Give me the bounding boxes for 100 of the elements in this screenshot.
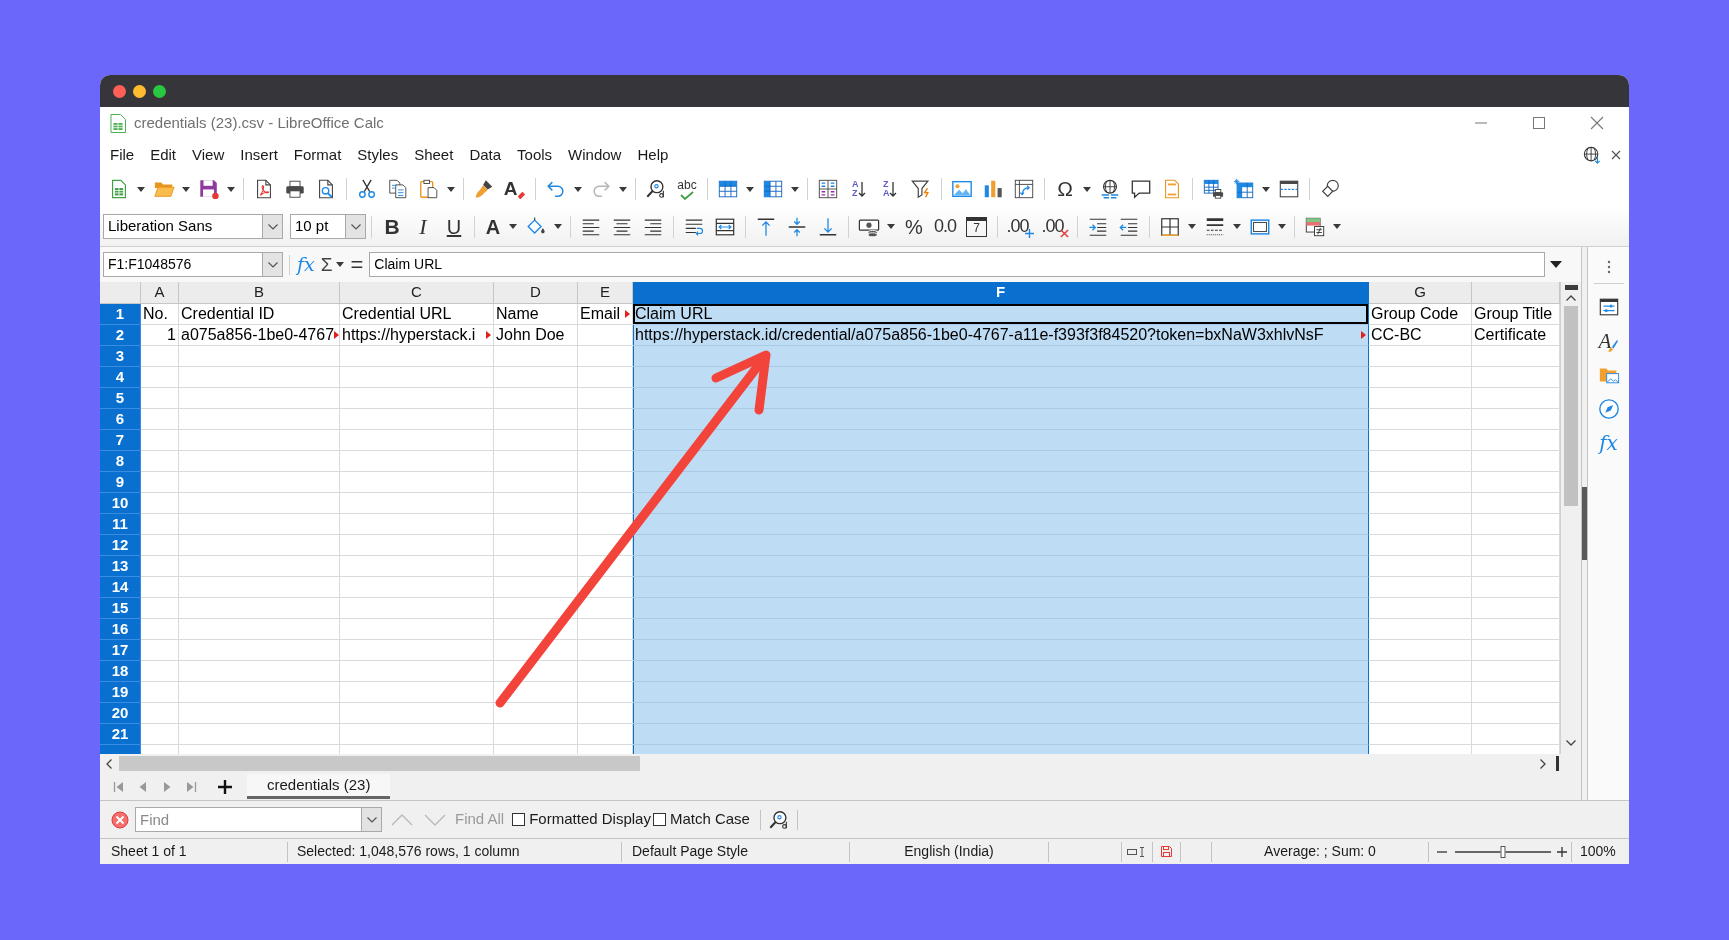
magnifier-icon[interactable] xyxy=(645,178,667,200)
line-styles-icon[interactable] xyxy=(1204,215,1226,238)
printer-icon[interactable] xyxy=(284,178,306,200)
table-printer-icon[interactable] xyxy=(1202,178,1224,200)
percent-format-button[interactable]: % xyxy=(899,211,929,242)
spelling-button[interactable]: abc xyxy=(672,174,702,204)
sum-info[interactable]: Average: ; Sum: 0 xyxy=(1264,841,1376,862)
number-format-button[interactable]: 0.0 xyxy=(930,211,960,242)
sort-ascending-button[interactable]: AZ xyxy=(844,174,874,204)
table-columns-icon[interactable] xyxy=(762,178,784,200)
chevron-down-icon[interactable] xyxy=(350,223,361,230)
close-icon[interactable] xyxy=(1590,116,1604,130)
column-header[interactable]: E xyxy=(578,282,633,304)
sidebar-handle[interactable] xyxy=(1582,487,1587,560)
scrollbar-thumb[interactable] xyxy=(1564,306,1578,506)
insert-mode-icon[interactable] xyxy=(1127,846,1147,857)
caret-icon[interactable] xyxy=(574,186,582,192)
formula-button[interactable]: = xyxy=(350,253,364,276)
row-header[interactable]: 7 xyxy=(100,430,141,451)
conditional-format-icon[interactable] xyxy=(1304,215,1326,238)
globe-link-icon[interactable] xyxy=(1099,178,1121,200)
caret-icon[interactable] xyxy=(887,224,895,229)
paintbrush-icon[interactable] xyxy=(473,178,495,200)
close-icon[interactable] xyxy=(111,810,129,829)
caret-icon[interactable] xyxy=(137,186,145,192)
checkbox-label[interactable]: Formatted Display xyxy=(529,808,651,831)
row-header[interactable]: 3 xyxy=(100,346,141,367)
functions-button[interactable]: fx xyxy=(1599,433,1618,453)
delete-decimal-button[interactable]: .00 xyxy=(1038,211,1072,242)
function-wizard-button[interactable]: fx xyxy=(297,255,315,274)
minimize-dot-icon[interactable] xyxy=(133,84,146,98)
page-style[interactable]: Default Page Style xyxy=(632,841,748,862)
bar-chart-icon[interactable] xyxy=(982,178,1004,200)
caret-icon[interactable] xyxy=(227,186,235,192)
column-header[interactable]: B xyxy=(179,282,340,304)
row-header[interactable]: 19 xyxy=(100,682,141,703)
row-header[interactable]: 4 xyxy=(100,367,141,388)
calendar-button[interactable]: 7 xyxy=(966,216,987,237)
align-bottom-icon[interactable] xyxy=(817,215,839,238)
caret-icon[interactable] xyxy=(791,186,799,192)
scrollbar-thumb[interactable] xyxy=(119,756,640,771)
menu-item[interactable]: Format xyxy=(285,142,350,168)
zoom-percent[interactable]: 100% xyxy=(1580,841,1616,862)
menu-item[interactable]: View xyxy=(184,142,233,168)
italic-button[interactable]: I xyxy=(408,211,438,242)
sheet-tab[interactable]: credentials (23) xyxy=(247,774,391,799)
caret-icon[interactable] xyxy=(447,186,455,192)
checkbox[interactable] xyxy=(512,813,526,826)
speech-bubble-icon[interactable] xyxy=(1130,178,1152,200)
row-header[interactable]: 21 xyxy=(100,724,141,745)
copy-icon[interactable] xyxy=(387,178,409,200)
column-header[interactable]: D xyxy=(494,282,578,304)
vertical-ellipsis-icon[interactable] xyxy=(1606,260,1611,274)
column-header[interactable]: F xyxy=(633,282,1369,304)
clear-formatting-button[interactable]: A xyxy=(500,174,530,204)
row-header[interactable]: 8 xyxy=(100,451,141,472)
maximize-dot-icon[interactable] xyxy=(153,84,166,98)
split-window-icon[interactable] xyxy=(1278,178,1300,200)
caret-icon[interactable] xyxy=(335,262,344,267)
row-header[interactable]: 1 xyxy=(100,304,141,325)
row-header[interactable]: 10 xyxy=(100,493,141,514)
split-handle[interactable] xyxy=(1556,756,1559,771)
row-header[interactable]: 5 xyxy=(100,388,141,409)
pivot-table-icon[interactable] xyxy=(1013,178,1035,200)
add-decimal-button[interactable]: .00 xyxy=(1003,211,1037,242)
table-rows-icon[interactable] xyxy=(717,178,739,200)
column-header[interactable]: A xyxy=(141,282,179,304)
checkbox-label[interactable]: Match Case xyxy=(669,808,750,831)
chevron-right-icon[interactable] xyxy=(1540,758,1546,769)
sort-grid-icon[interactable] xyxy=(817,178,839,200)
caret-icon[interactable] xyxy=(1262,186,1270,192)
row-header[interactable]: 17 xyxy=(100,640,141,661)
row-header[interactable]: 6 xyxy=(100,409,141,430)
caret-icon[interactable] xyxy=(1333,224,1341,229)
close-icon[interactable] xyxy=(1611,150,1621,160)
row-header[interactable]: 11 xyxy=(100,514,141,535)
menu-item[interactable]: Insert xyxy=(232,142,286,168)
frozen-table-icon[interactable] xyxy=(1233,178,1255,200)
row-header[interactable]: 9 xyxy=(100,472,141,493)
row-header[interactable]: 2 xyxy=(100,325,141,346)
plus-icon[interactable] xyxy=(1557,846,1567,857)
row-header[interactable]: 14 xyxy=(100,577,141,598)
column-header[interactable]: C xyxy=(340,282,494,304)
caret-icon[interactable] xyxy=(1083,186,1091,192)
font-name-box[interactable]: Liberation Sans xyxy=(103,214,283,239)
menu-item[interactable]: Tools xyxy=(509,142,561,168)
menu-item[interactable]: Help xyxy=(629,142,677,168)
globe-icon[interactable] xyxy=(1583,146,1601,164)
chevron-down-icon[interactable] xyxy=(366,816,377,823)
caret-icon[interactable] xyxy=(1233,224,1241,229)
chevron-up-icon[interactable] xyxy=(1566,295,1576,301)
sort-descending-button[interactable]: ZA xyxy=(875,174,905,204)
expand-icon[interactable] xyxy=(1550,261,1563,268)
borders-icon[interactable] xyxy=(1159,215,1181,238)
chevron-down-icon[interactable] xyxy=(267,223,278,230)
language[interactable]: English (India) xyxy=(904,841,994,862)
chevron-down-icon[interactable] xyxy=(1566,740,1576,746)
scissors-icon[interactable] xyxy=(356,178,378,200)
row-header[interactable]: 15 xyxy=(100,598,141,619)
close-dot-icon[interactable] xyxy=(113,84,126,98)
